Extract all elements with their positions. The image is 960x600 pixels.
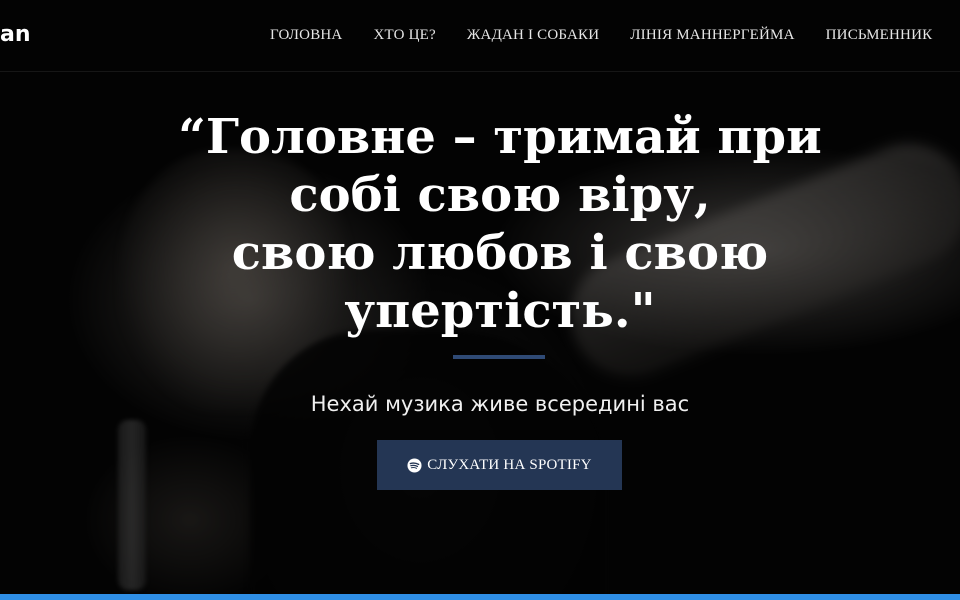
nav-item-writer[interactable]: ПИСЬМЕННИК bbox=[826, 27, 933, 44]
spotify-icon bbox=[407, 457, 422, 473]
nav-item-mannerheim-line[interactable]: ЛІНІЯ МАННЕРГЕЙМА bbox=[630, 27, 794, 44]
nav-item-home[interactable]: ГОЛОВНА bbox=[270, 27, 342, 44]
hero-quote-line: упертість." bbox=[344, 283, 656, 339]
site-header: an ГОЛОВНА ХТО ЦЕ? ЖАДАН І СОБАКИ ЛІНІЯ … bbox=[0, 0, 960, 72]
hero-quote-line: свою любов і свою bbox=[231, 225, 769, 281]
nav-item-zhadan-dogs[interactable]: ЖАДАН І СОБАКИ bbox=[467, 27, 599, 44]
listen-on-spotify-label: СЛУХАТИ НА SPOTIFY bbox=[427, 456, 592, 473]
main-nav: ГОЛОВНА ХТО ЦЕ? ЖАДАН І СОБАКИ ЛІНІЯ МАН… bbox=[270, 27, 932, 44]
hero-quote-line: собі свою віру, bbox=[289, 167, 711, 223]
hero-subtitle: Нехай музика живе всередині вас bbox=[310, 392, 690, 416]
bottom-accent-bar bbox=[0, 594, 960, 600]
hero-quote: “Головне – тримай при собі свою віру, св… bbox=[0, 108, 960, 340]
listen-on-spotify-button[interactable]: СЛУХАТИ НА SPOTIFY bbox=[377, 440, 622, 490]
hero-quote-line: “Головне – тримай при bbox=[178, 109, 822, 165]
site-logo[interactable]: an bbox=[0, 22, 31, 47]
nav-item-who[interactable]: ХТО ЦЕ? bbox=[373, 27, 435, 44]
hero-divider bbox=[453, 355, 545, 359]
